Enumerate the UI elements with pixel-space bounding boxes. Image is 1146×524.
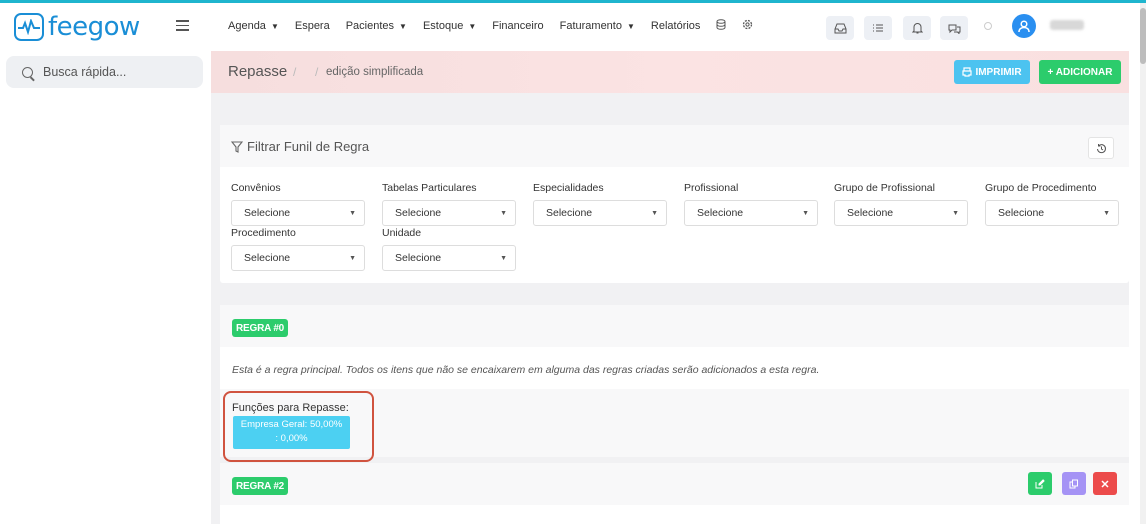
tabelas-particulares-select[interactable]: Selecione ▼ — [382, 200, 516, 226]
regra-badge: REGRA #0 — [232, 319, 289, 337]
profissional-select[interactable]: Selecione ▼ — [684, 200, 818, 226]
menu-agenda[interactable]: Agenda ▼ — [228, 19, 279, 33]
menu-financeiro[interactable]: Financeiro — [492, 19, 543, 33]
grupo-profissional-field: Grupo de Profissional Selecione ▼ — [834, 182, 968, 226]
regra-badge: REGRA #2 — [232, 477, 289, 495]
pulse-logo-icon — [14, 13, 44, 41]
print-button[interactable]: IMPRIMIR — [954, 60, 1030, 84]
main-menu: Agenda ▼ Espera Pacientes ▼ Estoque ▼ Finan… — [228, 19, 769, 33]
filter-title: Filtrar Funil de Regra — [231, 139, 369, 154]
chevron-down-icon: ▼ — [349, 210, 356, 217]
chevron-down-icon: ▼ — [651, 210, 658, 217]
chevron-down-icon: ▼ — [349, 255, 356, 262]
menu-pacientes[interactable]: Pacientes ▼ — [346, 19, 407, 33]
grupo-procedimento-field: Grupo de Procedimento Selecione ▼ — [985, 182, 1119, 226]
chevron-down-icon: ▼ — [500, 255, 507, 262]
profissional-field: Profissional Selecione ▼ — [684, 182, 818, 226]
close-icon — [1101, 479, 1109, 488]
regra-header: REGRA #0 — [220, 305, 1129, 347]
especialidades-select[interactable]: Selecione ▼ — [533, 200, 667, 226]
filter-header: Filtrar Funil de Regra — [220, 125, 1129, 167]
search-placeholder: Busca rápida... — [43, 65, 127, 79]
scrollbar-thumb[interactable] — [1140, 8, 1146, 64]
procedimento-select[interactable]: Selecione ▼ — [231, 245, 365, 271]
breadcrumb: edição simplificada — [326, 66, 424, 78]
search-icon — [22, 66, 33, 78]
logo-text: feegow — [48, 12, 140, 42]
duplicate-button[interactable] — [1062, 472, 1086, 495]
unidade-field: Unidade Selecione ▼ — [382, 227, 516, 271]
settings-icon[interactable] — [742, 19, 753, 33]
grupo-profissional-select[interactable]: Selecione ▼ — [834, 200, 968, 226]
chevron-down-icon: ▼ — [802, 210, 809, 217]
checklist-icon[interactable] — [864, 16, 892, 40]
copy-icon — [1069, 479, 1078, 488]
regra-header: REGRA #2 — [220, 463, 1129, 505]
inbox-icon[interactable] — [826, 16, 854, 40]
add-button[interactable]: + ADICIONAR — [1039, 60, 1121, 84]
funnel-icon — [231, 140, 243, 153]
chevron-down-icon: ▼ — [500, 210, 507, 217]
grupo-procedimento-select[interactable]: Selecione ▼ — [985, 200, 1119, 226]
database-icon[interactable] — [716, 19, 726, 33]
menu-espera[interactable]: Espera — [295, 19, 330, 33]
main-content: Repasse / / edição simplificada IMPRIMIR… — [211, 51, 1129, 524]
edit-icon — [1035, 478, 1045, 488]
username-blurred[interactable] — [1050, 20, 1084, 30]
regra-description: Esta é a regra principal. Todos os itens… — [232, 364, 820, 376]
status-dot-icon — [984, 22, 992, 30]
menu-relatorios[interactable]: Relatórios — [651, 19, 701, 33]
avatar[interactable] — [1012, 14, 1036, 38]
chevron-down-icon: ▼ — [952, 210, 959, 217]
page-scrollbar[interactable] — [1140, 3, 1146, 524]
page-title: Repasse — [228, 63, 288, 80]
regra-card: REGRA #2 — [220, 463, 1129, 524]
highlight-annotation — [223, 391, 374, 462]
edit-button[interactable] — [1028, 472, 1052, 495]
chevron-down-icon: ▼ — [1103, 210, 1110, 217]
filter-card: Filtrar Funil de Regra Convênios Selecio… — [220, 125, 1129, 283]
convenios-field: Convênios Selecione ▼ — [231, 182, 365, 226]
top-bar: feegow Agenda ▼ Espera Pacientes ▼ Estoque… — [0, 3, 1140, 51]
reset-filter-button[interactable] — [1088, 137, 1114, 159]
delete-button[interactable] — [1093, 472, 1117, 495]
hamburger-menu-icon[interactable] — [176, 20, 189, 31]
chat-icon[interactable] — [940, 16, 968, 40]
menu-faturamento[interactable]: Faturamento ▼ — [560, 19, 635, 33]
regra-body — [220, 505, 1129, 524]
breadcrumb-separator: / — [293, 65, 297, 79]
tabelas-particulares-field: Tabelas Particulares Selecione ▼ — [382, 182, 516, 226]
quick-search-input[interactable]: Busca rápida... — [6, 56, 203, 88]
printer-icon — [962, 67, 973, 77]
page-header: Repasse / / edição simplificada IMPRIMIR… — [211, 51, 1129, 93]
logo[interactable]: feegow — [14, 12, 140, 42]
procedimento-field: Procedimento Selecione ▼ — [231, 227, 365, 271]
bell-icon[interactable] — [903, 16, 931, 40]
breadcrumb-separator: / — [315, 65, 319, 79]
convenios-select[interactable]: Selecione ▼ — [231, 200, 365, 226]
especialidades-field: Especialidades Selecione ▼ — [533, 182, 667, 226]
history-icon — [1096, 143, 1106, 153]
unidade-select[interactable]: Selecione ▼ — [382, 245, 516, 271]
menu-estoque[interactable]: Estoque ▼ — [423, 19, 476, 33]
